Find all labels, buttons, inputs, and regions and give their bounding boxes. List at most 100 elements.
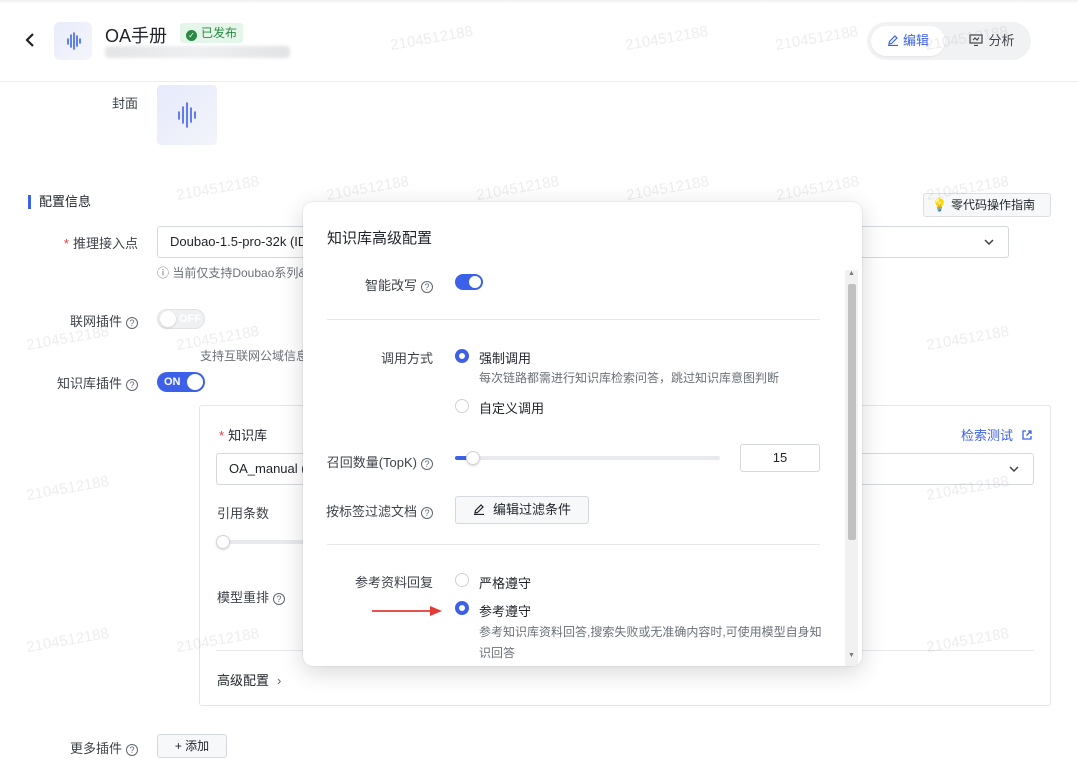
modal-scrollbar[interactable]: ▲ ▼	[845, 270, 858, 666]
help-icon[interactable]: ?	[126, 317, 138, 329]
cover-image[interactable]	[157, 85, 217, 145]
quote-count-slider-track	[217, 540, 307, 544]
radio-strict[interactable]	[455, 573, 469, 587]
watermark: 2104512188	[25, 624, 111, 657]
watermark: 2104512188	[175, 172, 261, 205]
help-icon[interactable]: ?	[421, 281, 433, 293]
toggle-knob	[469, 276, 481, 288]
watermark: 2104512188	[25, 472, 111, 505]
kb-plugin-toggle[interactable]: ON	[157, 372, 205, 392]
help-icon[interactable]: ?	[421, 458, 433, 470]
edit-filter-button-label: 编辑过滤条件	[492, 502, 571, 517]
mode-switch: 编辑 分析	[867, 22, 1031, 60]
quote-count-slider-handle[interactable]	[216, 535, 230, 549]
more-plugins-label-text: 更多插件	[69, 741, 122, 756]
rerank-label-text: 模型重排	[217, 590, 270, 605]
smart-rewrite-label: 智能改写?	[303, 275, 433, 294]
chart-screen-icon	[969, 34, 984, 47]
pencil-icon	[887, 35, 898, 47]
scrollbar-thumb[interactable]	[848, 284, 856, 540]
endpoint-label-text: 推理接入点	[72, 236, 138, 251]
strict-label: 严格遵守	[479, 576, 532, 591]
pencil-icon	[473, 504, 484, 516]
kb-advanced-config-modal: 知识库高级配置 智能改写? 调用方式 强制调用 每次链路都需进行知识库检索问答，…	[303, 202, 862, 666]
tag-filter-label-text: 按标签过滤文档	[325, 504, 417, 519]
chevron-down-icon	[984, 227, 994, 268]
topk-label: 召回数量(TopK)?	[303, 452, 433, 471]
watermark: 2104512188	[475, 172, 561, 205]
kb-label: * 知识库	[219, 425, 267, 444]
help-icon[interactable]: ?	[273, 593, 286, 605]
lightbulb-icon: 💡	[932, 198, 947, 212]
toggle-text: OFF	[179, 313, 201, 325]
required-mark: *	[63, 236, 69, 251]
advanced-config-toggle[interactable]: 高级配置 ›	[217, 670, 281, 689]
cover-label: 封面	[111, 96, 138, 111]
help-icon[interactable]: ?	[126, 379, 138, 391]
config-section-title: 配置信息	[28, 195, 91, 209]
guide-button-label: 零代码操作指南	[950, 198, 1035, 212]
toggle-knob	[187, 374, 203, 390]
kb-select-value: OA_manual (	[229, 461, 306, 476]
smart-rewrite-label-text: 智能改写	[364, 278, 417, 293]
top-bar: OA手册 ✓ 已发布 编辑 分析	[0, 0, 1078, 82]
modal-divider	[327, 319, 820, 320]
topk-input[interactable]: 15	[740, 444, 820, 472]
app-icon	[54, 22, 92, 60]
edit-tab-label: 编辑	[902, 33, 929, 48]
topk-slider-track	[455, 456, 720, 460]
app-subtitle-blurred	[105, 46, 290, 58]
external-link-icon	[1021, 430, 1032, 440]
radio-custom-call[interactable]	[455, 399, 469, 413]
topk-slider-handle[interactable]	[466, 451, 480, 465]
retrieval-test-link[interactable]: 检索测试	[961, 425, 1033, 444]
help-icon[interactable]: ?	[421, 507, 433, 519]
help-icon[interactable]: ?	[126, 744, 138, 756]
watermark: 2104512188	[625, 172, 711, 205]
watermark: 2104512188	[325, 172, 411, 205]
app-title: OA手册	[105, 26, 168, 46]
top-bar-shadow	[0, 0, 1078, 4]
kb-plugin-label-text: 知识库插件	[56, 376, 122, 391]
custom-call-label: 自定义调用	[479, 401, 545, 416]
endpoint-label: * 推理接入点	[40, 233, 138, 252]
add-plugin-button[interactable]: + 添加	[157, 734, 227, 758]
call-mode-label: 调用方式	[380, 351, 433, 366]
status-badge: ✓ 已发布	[180, 23, 244, 43]
radio-reference[interactable]	[455, 601, 469, 615]
web-plugin-toggle[interactable]: OFF	[157, 309, 205, 329]
modal-divider	[327, 544, 820, 545]
guide-button[interactable]: 💡 零代码操作指南	[923, 193, 1051, 217]
quote-count-label: 引用条数	[217, 506, 270, 521]
topk-label-text: 召回数量(TopK)	[326, 455, 417, 470]
kb-label-text: 知识库	[228, 428, 268, 443]
web-plugin-label-text: 联网插件	[69, 314, 122, 329]
endpoint-note: ⓘ 当前仅支持Doubao系列&	[157, 266, 307, 280]
forced-call-label: 强制调用	[479, 351, 532, 366]
chevron-down-icon	[1009, 454, 1019, 495]
modal-title: 知识库高级配置	[327, 230, 433, 247]
web-plugin-label: 联网插件?	[40, 311, 138, 330]
chevron-right-icon: ›	[277, 673, 282, 688]
ref-reply-label: 参考资料回复	[354, 575, 433, 590]
scroll-down-icon[interactable]: ▼	[847, 652, 856, 659]
scroll-up-icon[interactable]: ▲	[847, 270, 856, 277]
status-badge-label: 已发布	[201, 26, 238, 40]
watermark: 2104512188	[925, 322, 1011, 355]
endpoint-select-value: Doubao-1.5-pro-32k (ID	[170, 234, 308, 249]
more-plugins-label: 更多插件?	[40, 738, 138, 757]
chevron-left-icon[interactable]	[24, 32, 36, 53]
reference-desc-line1: 参考知识库资料回答,搜索失败或无准确内容时,可使用模型自身知	[479, 625, 822, 639]
rerank-label: 模型重排?	[217, 587, 286, 606]
reference-desc-line2: 识回答	[479, 646, 516, 660]
analysis-tab[interactable]: 分析	[957, 26, 1027, 56]
radio-forced-call[interactable]	[455, 349, 469, 363]
required-mark: *	[219, 428, 225, 443]
web-plugin-note: 支持互联网公域信息	[200, 349, 309, 363]
retrieval-test-label: 检索测试	[961, 428, 1014, 443]
reference-label: 参考遵守	[479, 604, 532, 619]
check-icon: ✓	[186, 30, 197, 41]
edit-filter-button[interactable]: 编辑过滤条件	[455, 496, 589, 524]
edit-tab[interactable]: 编辑	[871, 26, 945, 56]
smart-rewrite-toggle[interactable]	[455, 274, 483, 290]
